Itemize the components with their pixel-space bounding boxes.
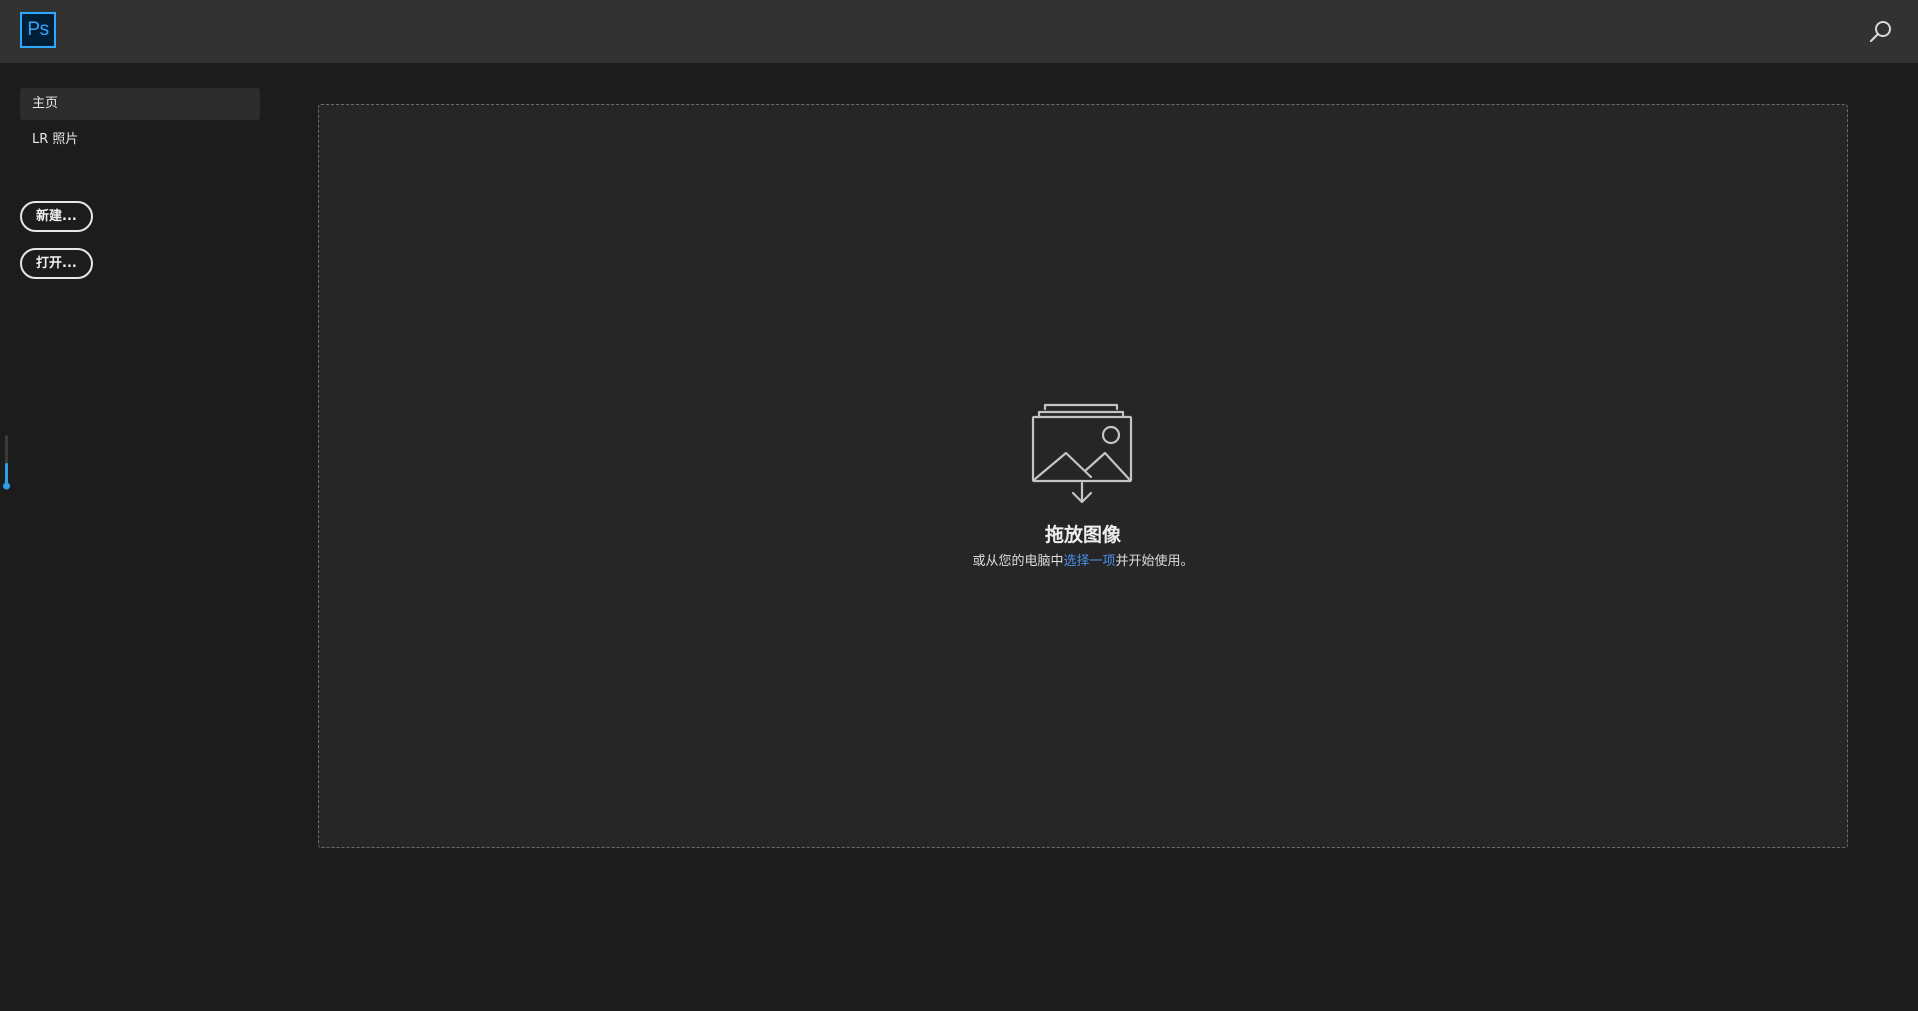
sidebar-item-home[interactable]: 主页 bbox=[20, 88, 260, 120]
sidebar-item-label: LR 照片 bbox=[32, 132, 79, 147]
subtitle-suffix: 并开始使用。 bbox=[1115, 554, 1194, 569]
search-button[interactable] bbox=[1866, 17, 1896, 47]
select-file-link[interactable]: 选择一项 bbox=[1063, 554, 1115, 569]
photoshop-logo[interactable]: Ps bbox=[20, 12, 56, 48]
sidebar-item-label: 主页 bbox=[32, 96, 59, 111]
dropzone-subtitle: 或从您的电脑中选择一项并开始使用。 bbox=[319, 550, 1847, 569]
sidebar-item-lr-photos[interactable]: LR 照片 bbox=[20, 124, 260, 156]
subtitle-prefix: 或从您的电脑中 bbox=[972, 554, 1064, 569]
sidebar: 主页 LR 照片 新建... 打开... bbox=[0, 63, 280, 1011]
image-drop-icon bbox=[1031, 403, 1133, 504]
dropzone-title: 拖放图像 bbox=[1044, 524, 1121, 546]
new-button[interactable]: 新建... bbox=[20, 201, 93, 232]
side-slider[interactable] bbox=[3, 435, 10, 490]
top-bar: Ps bbox=[0, 0, 1918, 63]
open-button[interactable]: 打开... bbox=[20, 248, 93, 279]
slider-handle-icon bbox=[3, 435, 10, 490]
search-icon bbox=[1869, 21, 1891, 43]
image-dropzone[interactable]: 拖放图像 或从您的电脑中选择一项并开始使用。 bbox=[318, 104, 1848, 848]
